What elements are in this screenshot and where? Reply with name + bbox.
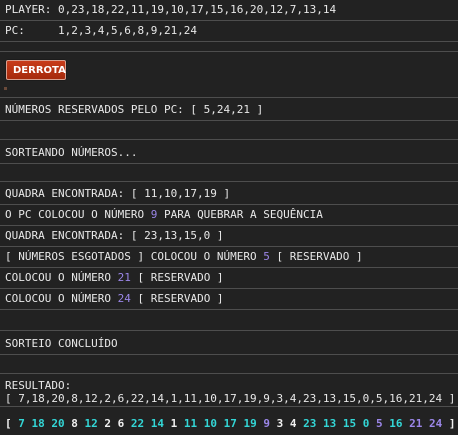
player-numbers-line: PLAYER: 0,23,18,22,11,19,10,17,15,16,20,…: [0, 0, 458, 21]
sequence-number: 5: [376, 417, 383, 430]
pc-placed-prefix: O PC COLOCOU O NÚMERO: [5, 208, 151, 221]
sequence-number: 16: [389, 417, 403, 430]
sequence-number: 0: [362, 417, 370, 430]
pc-numbers-line: PC: 1,2,3,4,5,6,8,9,21,24: [0, 21, 458, 42]
sequence-number: 11: [183, 417, 198, 430]
reserved-tag: [ RESERVADO ]: [269, 250, 363, 263]
reserved-tag: [ RESERVADO ]: [130, 292, 224, 305]
placed3-prefix: COLOCOU O NÚMERO: [5, 292, 118, 305]
result-sequence: [ 7,18,20,8,12,2,6,22,14,1,11,10,17,19,9…: [5, 392, 456, 405]
sequence-number: 2: [104, 417, 111, 430]
placed2-number: 21: [117, 271, 131, 284]
separator: [0, 51, 458, 52]
sequence-number: 1: [170, 417, 178, 430]
sequence-number: 19: [243, 417, 257, 430]
sequence-number: 24: [429, 417, 443, 430]
draw-complete-line: SORTEIO CONCLUÍDO: [0, 334, 458, 355]
separator: [0, 97, 458, 98]
sequence-number: 15: [342, 417, 357, 430]
separator: [0, 373, 458, 374]
sequence-number: 20: [51, 417, 65, 430]
sequence-number: 3: [276, 417, 284, 430]
decorative-dot: [4, 87, 7, 90]
separator: [0, 330, 458, 331]
sequence-number: 10: [203, 417, 217, 430]
sequence-number: 4: [289, 417, 297, 430]
sequence-number: 7: [18, 417, 25, 430]
quad-found-line-2: QUADRA ENCONTRADA: [ 23,13,15,0 ]: [0, 226, 458, 247]
result-label: RESULTADO:: [5, 379, 72, 392]
sequence-number: 17: [223, 417, 237, 430]
derrota-button[interactable]: DERROTA: [6, 60, 66, 80]
placed3-number: 24: [117, 292, 131, 305]
sequence-number: 22: [130, 417, 145, 430]
reserved-numbers-line: NÚMEROS RESERVADOS PELO PC: [ 5,24,21 ]: [0, 100, 458, 121]
sequence-number: 8: [71, 417, 78, 430]
reserved-tag: [ RESERVADO ]: [130, 271, 224, 284]
quad-found-line-1: QUADRA ENCONTRADA: [ 11,10,17,19 ]: [0, 184, 458, 205]
sequence-number: 6: [117, 417, 125, 430]
result-block: RESULTADO: [ 7,18,20,8,12,2,6,22,14,1,11…: [0, 377, 458, 407]
sequence-number: 12: [84, 417, 98, 430]
sequence-number: 18: [31, 417, 45, 430]
separator: [0, 139, 458, 140]
sequence-number: 13: [323, 417, 337, 430]
separator: [0, 181, 458, 182]
placed-line-3: COLOCOU O NÚMERO 24 [ RESERVADO ]: [0, 289, 458, 310]
placed-line-2: COLOCOU O NÚMERO 21 [ RESERVADO ]: [0, 268, 458, 289]
game-log-panel: PLAYER: 0,23,18,22,11,19,10,17,15,16,20,…: [0, 0, 458, 435]
exhausted-line: [ NÚMEROS ESGOTADOS ] COLOCOU O NÚMERO 5…: [0, 247, 458, 268]
pc-placed-suffix: PARA QUEBRAR A SEQUÊNCIA: [157, 208, 323, 221]
close-bracket: ]: [448, 417, 456, 430]
sequence-number: 23: [303, 417, 317, 430]
pc-placed-line: O PC COLOCOU O NÚMERO 9 PARA QUEBRAR A S…: [0, 205, 458, 226]
drawing-status-line: SORTEANDO NÚMEROS...: [0, 143, 458, 164]
exhausted-prefix: [ NÚMEROS ESGOTADOS ] COLOCOU O NÚMERO: [5, 250, 264, 263]
placed2-prefix: COLOCOU O NÚMERO: [5, 271, 118, 284]
exhausted-number: 5: [263, 250, 270, 263]
sequence-number: 9: [263, 417, 270, 430]
open-bracket: [: [5, 417, 12, 430]
sequence-number: 14: [150, 417, 164, 430]
sequence-number: 21: [409, 417, 423, 430]
colored-result-sequence: [ 7 18 20 8 12 2 6 22 14 1 11 10 17 19 9…: [0, 414, 458, 435]
